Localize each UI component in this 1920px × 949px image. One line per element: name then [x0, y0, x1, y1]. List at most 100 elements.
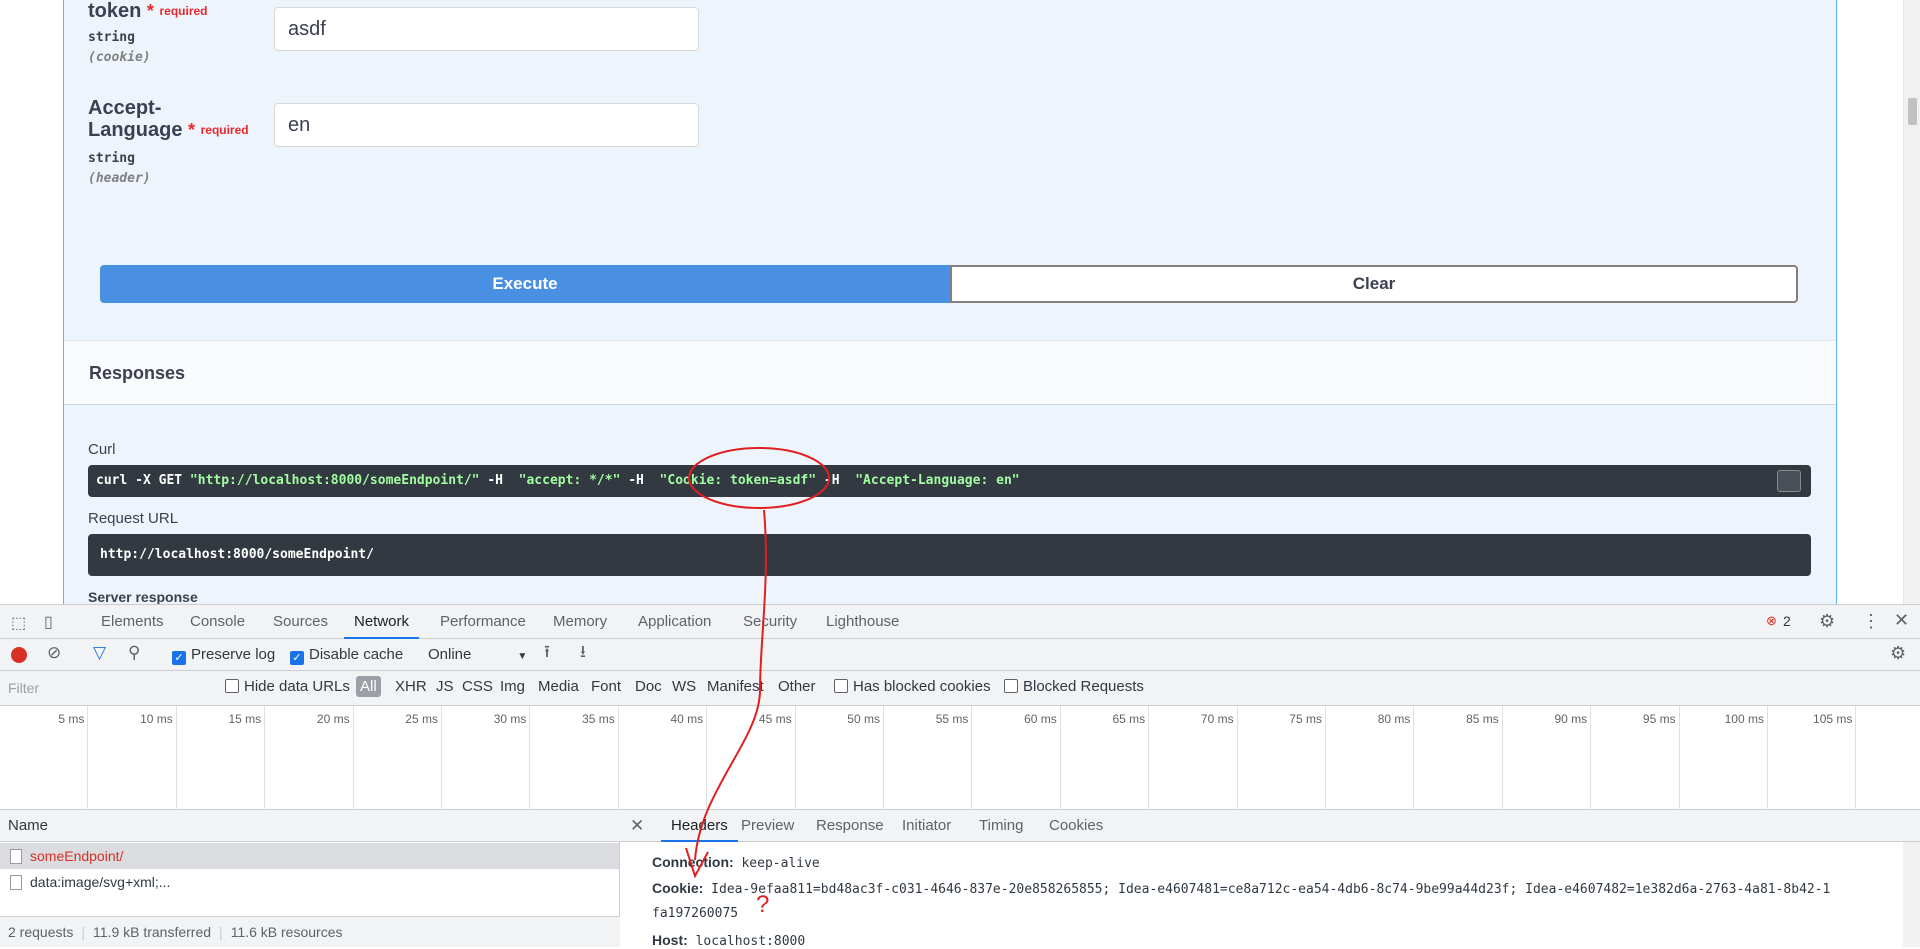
close-devtools-icon[interactable]: ✕: [1894, 610, 1909, 631]
timeline-tick: 45 ms: [707, 706, 796, 810]
more-options-icon[interactable]: ⋮: [1862, 611, 1880, 632]
tab-lighthouse[interactable]: Lighthouse: [826, 605, 899, 639]
type-filter-manifest[interactable]: Manifest: [707, 678, 764, 695]
type-filter-font[interactable]: Font: [591, 678, 621, 695]
tab-cookies[interactable]: Cookies: [1049, 810, 1103, 842]
tab-performance[interactable]: Performance: [440, 605, 526, 639]
column-header-name[interactable]: Name: [0, 810, 620, 842]
param-accept-language: Accept- Language * required string (head…: [88, 97, 249, 186]
tab-headers[interactable]: Headers: [661, 810, 738, 842]
type-filter-doc[interactable]: Doc: [635, 678, 662, 695]
timeline-tick: 55 ms: [884, 706, 973, 810]
param-name-line1: Accept-: [88, 97, 162, 119]
preserve-log-checkbox[interactable]: ✓ Preserve log: [172, 646, 275, 665]
timeline-tick: 100 ms: [1680, 706, 1768, 810]
header-cookie: Cookie: Idea-9efaa811=bd48ac3f-c031-4646…: [652, 880, 1831, 897]
disable-cache-checkbox[interactable]: ✓ Disable cache: [290, 646, 403, 665]
checkbox-checked-icon: ✓: [290, 651, 304, 665]
clear-log-icon[interactable]: ⊘: [47, 644, 61, 662]
hide-data-urls-checkbox[interactable]: Hide data URLs: [225, 678, 350, 696]
timeline-tick: 105 ms: [1768, 706, 1857, 810]
settings-gear-icon[interactable]: ⚙: [1819, 611, 1835, 632]
copy-to-clipboard-icon[interactable]: [1777, 470, 1801, 492]
tab-response[interactable]: Response: [816, 810, 884, 842]
resources-size: 11.6 kB resources: [230, 924, 343, 940]
timeline-tick: 65 ms: [1061, 706, 1150, 810]
timeline-tick: 10 ms: [88, 706, 177, 810]
timeline-tick: 60 ms: [972, 706, 1061, 810]
network-settings-icon[interactable]: ⚙: [1890, 644, 1906, 662]
tab-memory[interactable]: Memory: [553, 605, 607, 639]
search-icon[interactable]: ⚲: [128, 644, 140, 662]
execute-clear-buttons: Execute Clear: [100, 265, 1798, 303]
tab-console[interactable]: Console: [190, 605, 245, 639]
tab-network[interactable]: Network: [344, 605, 420, 639]
network-toolbar: ⊘ ▽ ⚲ ✓ Preserve log ✓ Disable cache Onlin…: [0, 639, 1920, 671]
page-scrollbar[interactable]: [1903, 0, 1920, 604]
type-filter-ws[interactable]: WS: [672, 678, 696, 695]
timeline-tick: 70 ms: [1149, 706, 1238, 810]
type-filter-xhr[interactable]: XHR: [395, 678, 427, 695]
request-summary: 2 requests | 11.9 kB transferred | 11.6 kB r…: [0, 916, 620, 947]
tab-initiator[interactable]: Initiator: [902, 810, 951, 842]
type-filter-all[interactable]: All: [356, 676, 381, 697]
swagger-page: token * required string (cookie) asdf Ac…: [0, 0, 1920, 604]
record-icon[interactable]: [11, 647, 27, 663]
request-url: http://localhost:8000/someEndpoint/: [88, 534, 1811, 576]
required-label: required: [159, 4, 208, 18]
clear-button[interactable]: Clear: [950, 265, 1798, 303]
request-row-svg[interactable]: data:image/svg+xml;...: [0, 869, 619, 895]
close-detail-icon[interactable]: ✕: [630, 810, 644, 842]
timeline-tick: 20 ms: [265, 706, 354, 810]
token-input[interactable]: asdf: [274, 7, 699, 51]
timeline-tick: 35 ms: [530, 706, 619, 810]
filter-icon[interactable]: ▽: [93, 644, 106, 662]
timeline-tick: 1: [1856, 706, 1920, 810]
tab-sources[interactable]: Sources: [273, 605, 328, 639]
tab-security[interactable]: Security: [743, 605, 797, 639]
dropdown-arrow-icon: ▼: [517, 651, 528, 662]
type-filter-media[interactable]: Media: [538, 678, 579, 695]
error-icon[interactable]: ⊗: [1766, 613, 1777, 629]
inspect-element-icon[interactable]: ⬚: [11, 613, 26, 633]
export-har-icon[interactable]: ⭳: [580, 643, 586, 661]
error-count[interactable]: 2: [1783, 613, 1791, 629]
network-filter-bar: Filter Hide data URLs All XHR JS CSS Img…: [0, 671, 1920, 706]
tab-application[interactable]: Application: [638, 605, 711, 639]
checkbox-checked-icon: ✓: [172, 651, 186, 665]
devtools-panel: ⬚ ▯ Elements Console Sources Network Per…: [0, 604, 1920, 949]
tab-timing[interactable]: Timing: [979, 810, 1023, 842]
request-detail-pane: ✕ Headers Preview Response Initiator Tim…: [620, 810, 1920, 949]
request-row-someendpoint[interactable]: someEndpoint/: [0, 843, 619, 869]
transferred-size: 11.9 kB transferred: [93, 924, 212, 940]
import-har-icon[interactable]: ⭱: [544, 643, 550, 661]
required-star: *: [188, 120, 196, 140]
timeline-tick: 80 ms: [1326, 706, 1415, 810]
type-filter-other[interactable]: Other: [778, 678, 816, 695]
type-filter-css[interactable]: CSS: [462, 678, 493, 695]
param-token: token * required string (cookie): [88, 0, 208, 65]
timeline-tick: 85 ms: [1414, 706, 1503, 810]
timeline-tick: 95 ms: [1591, 706, 1680, 810]
tab-preview[interactable]: Preview: [741, 810, 794, 842]
tab-elements[interactable]: Elements: [101, 605, 164, 639]
device-toolbar-icon[interactable]: ▯: [44, 612, 53, 632]
blocked-requests-checkbox[interactable]: Blocked Requests: [1004, 678, 1144, 696]
filter-input[interactable]: Filter: [8, 679, 39, 697]
file-icon: [10, 875, 22, 890]
detail-tabs: ✕ Headers Preview Response Initiator Tim…: [620, 810, 1920, 842]
detail-scrollbar[interactable]: [1903, 842, 1920, 947]
throttling-select[interactable]: Online ▼: [428, 646, 527, 666]
request-url-label: Request URL: [88, 510, 179, 527]
param-type: string: [88, 30, 135, 45]
type-filter-img[interactable]: Img: [500, 678, 525, 695]
request-count: 2 requests: [8, 924, 74, 940]
execute-button[interactable]: Execute: [100, 265, 950, 303]
has-blocked-cookies-checkbox[interactable]: Has blocked cookies: [834, 678, 991, 696]
timeline-tick: 40 ms: [619, 706, 708, 810]
network-timeline[interactable]: 5 ms 10 ms 15 ms 20 ms 25 ms 30 ms 35 ms 40 ms 4…: [0, 706, 1920, 810]
type-filter-js[interactable]: JS: [436, 678, 454, 695]
scrollbar-thumb[interactable]: [1908, 98, 1917, 125]
curl-command[interactable]: curl -X GET "http://localhost:8000/someE…: [88, 465, 1811, 497]
accept-language-input[interactable]: en: [274, 103, 699, 147]
